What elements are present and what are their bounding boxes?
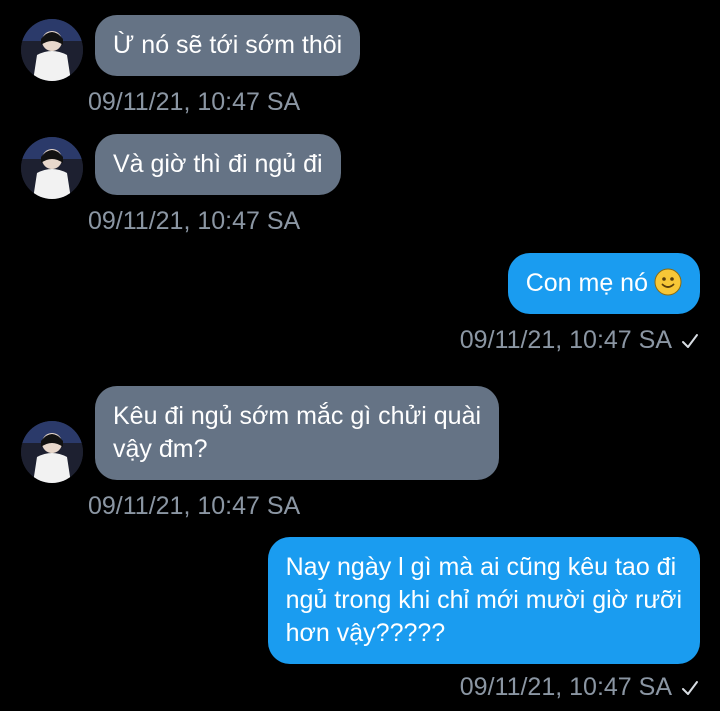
message-timestamp: 09/11/21, 10:47 SA: [88, 492, 301, 520]
message-bubble-incoming[interactable]: Kêu đi ngủ sớm mắc gì chửi quài vậy đm?: [95, 386, 500, 480]
contact-avatar[interactable]: [21, 137, 83, 199]
message-timestamp-row: 09/11/21, 10:47 SA: [460, 326, 700, 355]
message-text: Con mẹ nó: [526, 267, 682, 300]
contact-avatar[interactable]: [21, 19, 83, 81]
message-timestamp-row: 09/11/21, 10:47 SA: [460, 673, 700, 702]
avatar-photo: [21, 421, 83, 483]
message-timestamp: 09/11/21, 10:47 SA: [459, 673, 672, 701]
message-timestamp: 09/11/21, 10:47 SA: [88, 207, 301, 235]
check-icon: [682, 680, 698, 695]
message-text: Kêu đi ngủ sớm mắc gì chửi quài vậy đm?: [113, 402, 482, 463]
message-text: Ừ nó sẽ tới sớm thôi: [113, 31, 343, 59]
message-bubble-incoming[interactable]: Và giờ thì đi ngủ đi: [95, 134, 341, 195]
check-icon: [682, 333, 698, 348]
message-timestamp: 09/11/21, 10:47 SA: [88, 88, 301, 116]
message-timestamp: 09/11/21, 10:47 SA: [459, 326, 672, 354]
message-bubble-outgoing[interactable]: Nay ngày l gì mà ai cũng kêu tao đi ngủ …: [267, 537, 700, 664]
avatar-photo: [21, 19, 83, 81]
message-bubble-outgoing[interactable]: Con mẹ nó: [507, 253, 700, 314]
message-text: Và giờ thì đi ngủ đi: [113, 150, 323, 178]
message-bubble-incoming[interactable]: Ừ nó sẽ tới sớm thôi: [95, 15, 361, 76]
message-text: Nay ngày l gì mà ai cũng kêu tao đi ngủ …: [285, 553, 682, 647]
avatar-photo: [21, 137, 83, 199]
contact-avatar[interactable]: [21, 421, 83, 483]
slightly-smiling-face-icon: [654, 268, 682, 296]
